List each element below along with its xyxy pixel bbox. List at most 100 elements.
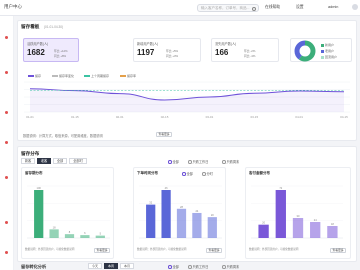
bar-value-label: 20 xyxy=(211,213,214,217)
subpanel-title: 客付金额分布 xyxy=(249,171,270,175)
kpi-card-active[interactable]: 活跃用户数(人) 1682 环比 +12% 同比 +8% xyxy=(23,38,79,62)
sidebar xyxy=(0,16,14,270)
radio-all[interactable]: 全部 xyxy=(168,159,179,164)
donut-legend-old: 老用户 xyxy=(321,49,334,53)
footer-radio-workday[interactable]: 只看工作日 xyxy=(188,264,208,269)
bar xyxy=(64,234,75,238)
tab-all-time[interactable]: 全部时 xyxy=(69,158,87,164)
bar-value-label: 30 xyxy=(297,214,300,218)
subpanel-title: 下单时间分布 xyxy=(137,171,158,175)
kpi-label: 新增用户数(人) xyxy=(137,42,159,46)
overview-more-button[interactable]: 查看更多 xyxy=(156,132,172,137)
kpi-meta: 同比 +8% xyxy=(54,54,67,58)
sidebar-item-2[interactable] xyxy=(5,71,8,74)
panel-radio-all[interactable]: 全部 xyxy=(182,171,193,176)
legend-retention[interactable]: 留存 xyxy=(28,74,41,78)
bar xyxy=(292,218,304,238)
sidebar-item-3[interactable] xyxy=(5,111,8,114)
subpanel-more-button[interactable]: 查看更多 xyxy=(94,248,110,253)
bar-value-label: 46 xyxy=(165,186,168,190)
subpanel-note: 数据说明：外部回流用户，可视化数据说明 xyxy=(137,248,187,251)
kpi-meta: 同比 +3% xyxy=(166,54,179,58)
subpanel-title: 留存期分布 xyxy=(25,171,43,175)
search-icon[interactable] xyxy=(252,6,256,11)
x-tick-label: 04-15 xyxy=(340,115,348,119)
footer-tab-month[interactable]: 本月 xyxy=(120,263,134,269)
subpanel-retention-period: 留存期分布 100 18 8 6 5 数据说明：外部回流用户，可视化数据说明 查看更多 xyxy=(21,167,114,259)
bar-chart-payment: 20 72 30 24 18 xyxy=(251,185,343,239)
sidebar-item-5[interactable] xyxy=(5,176,8,179)
bar xyxy=(146,204,156,238)
kpi-meta: 环比 -2% xyxy=(244,49,256,53)
kpi-label: 活跃用户数(人) xyxy=(27,42,49,46)
bar xyxy=(207,217,217,238)
top-bar: 用户中心 输入客户名称，订单号，商品... 在线帮助 设置 admin xyxy=(0,0,360,16)
tab-old[interactable]: 老客 xyxy=(37,158,51,164)
bar-value-label: 6 xyxy=(84,231,86,235)
bar-value-label: 72 xyxy=(279,186,282,190)
overview-title: 留存看板 xyxy=(21,24,40,29)
bar xyxy=(275,190,286,238)
retention-line-chart: 01-01 01-15 02-01 02-15 03-01 03-15 04-01 04-15 xyxy=(24,81,350,119)
x-tick-label: 03-15 xyxy=(250,115,258,119)
app-brand: 用户中心 xyxy=(4,4,22,9)
search-input[interactable]: 输入客户名称，订单号，商品... xyxy=(197,4,259,12)
kpi-meta: 环比 +5% xyxy=(166,49,179,53)
overview-footer-text: 数据说明：计算方式，取值来源，可配置维度，数据说明 xyxy=(23,134,103,138)
kpi-meta: 同比 -4% xyxy=(244,54,256,58)
footer-tab-week[interactable]: 本周 xyxy=(104,263,118,269)
bar xyxy=(80,235,90,238)
legend-prev-period[interactable]: 上个周期留存 xyxy=(84,74,109,78)
bar-value-label: 18 xyxy=(331,222,334,226)
footer-tab-today[interactable]: 今天 xyxy=(88,263,102,269)
bar xyxy=(327,226,338,238)
bar-value-label: 5 xyxy=(100,232,102,236)
bar xyxy=(310,222,321,238)
bar xyxy=(34,190,44,238)
tab-new[interactable]: 新客 xyxy=(21,158,35,164)
donut-legend-return: 回流用户 xyxy=(321,55,337,59)
conversion-title: 留存转化分析 xyxy=(21,264,47,269)
subpanel-more-button[interactable]: 查看更多 xyxy=(330,248,346,253)
sidebar-item-1[interactable] xyxy=(5,36,8,39)
bar-value-label: 18 xyxy=(53,225,56,229)
legend-rate-change[interactable]: 留存率变化 xyxy=(52,74,74,78)
search-placeholder: 输入客户名称，订单号，商品... xyxy=(201,6,250,10)
nav-help[interactable]: 在线帮助 xyxy=(265,5,280,10)
radio-workday[interactable]: 只看工作日 xyxy=(188,159,208,164)
tab-all[interactable]: 全部 xyxy=(53,158,67,164)
x-tick-label: 03-01 xyxy=(206,115,214,119)
bar xyxy=(176,208,187,238)
bar xyxy=(95,235,105,238)
nav-settings[interactable]: 设置 xyxy=(296,5,304,10)
bar xyxy=(192,212,202,238)
bar-value-label: 24 xyxy=(314,218,317,222)
footer-radio-all[interactable]: 全部 xyxy=(168,264,179,269)
kpi-label: 流失用户数(人) xyxy=(215,42,237,46)
sidebar-item-7[interactable] xyxy=(5,251,8,254)
bar-value-label: 24 xyxy=(195,209,198,213)
bar-value-label: 28 xyxy=(180,205,183,209)
kpi-value: 1682 xyxy=(27,48,45,57)
bar-value-label: 8 xyxy=(69,230,71,234)
nav-user[interactable]: admin xyxy=(328,5,338,9)
bar xyxy=(49,229,59,238)
kpi-card-new[interactable]: 新增用户数(人) 1197 环比 +5% 同比 +3% xyxy=(133,38,201,62)
series-area xyxy=(30,88,344,112)
radio-weekend[interactable]: 只看周末 xyxy=(222,159,239,164)
sidebar-item-6[interactable] xyxy=(5,221,8,224)
subpanel-payment: 客付金额分布 20 72 30 24 18 数据说明：外部回流用户，可视化数据说明 查看… xyxy=(245,167,351,259)
subpanel-note: 数据说明：外部回流用户，可视化数据说明 xyxy=(249,248,299,251)
subpanel-more-button[interactable]: 查看更多 xyxy=(206,248,222,253)
kpi-card-lost[interactable]: 流失用户数(人) 166 环比 -2% 同比 -4% xyxy=(211,38,279,62)
subpanel-order-time: 下单时间分布 全部 分时 32 46 28 24 20 数据说明：外部回流用户，可视化数… xyxy=(133,167,226,259)
panel-radio-hourly[interactable]: 分时 xyxy=(202,171,213,176)
avatar[interactable] xyxy=(352,4,358,10)
legend-rate[interactable]: 留存率 xyxy=(120,74,136,78)
x-tick-label: 02-15 xyxy=(161,115,169,119)
bar xyxy=(258,224,269,238)
x-tick-label: 01-15 xyxy=(71,115,79,119)
distribution-title: 留存分布 xyxy=(21,151,40,156)
footer-radio-weekend[interactable]: 只看周末 xyxy=(222,264,239,269)
sidebar-item-4[interactable] xyxy=(5,141,8,144)
